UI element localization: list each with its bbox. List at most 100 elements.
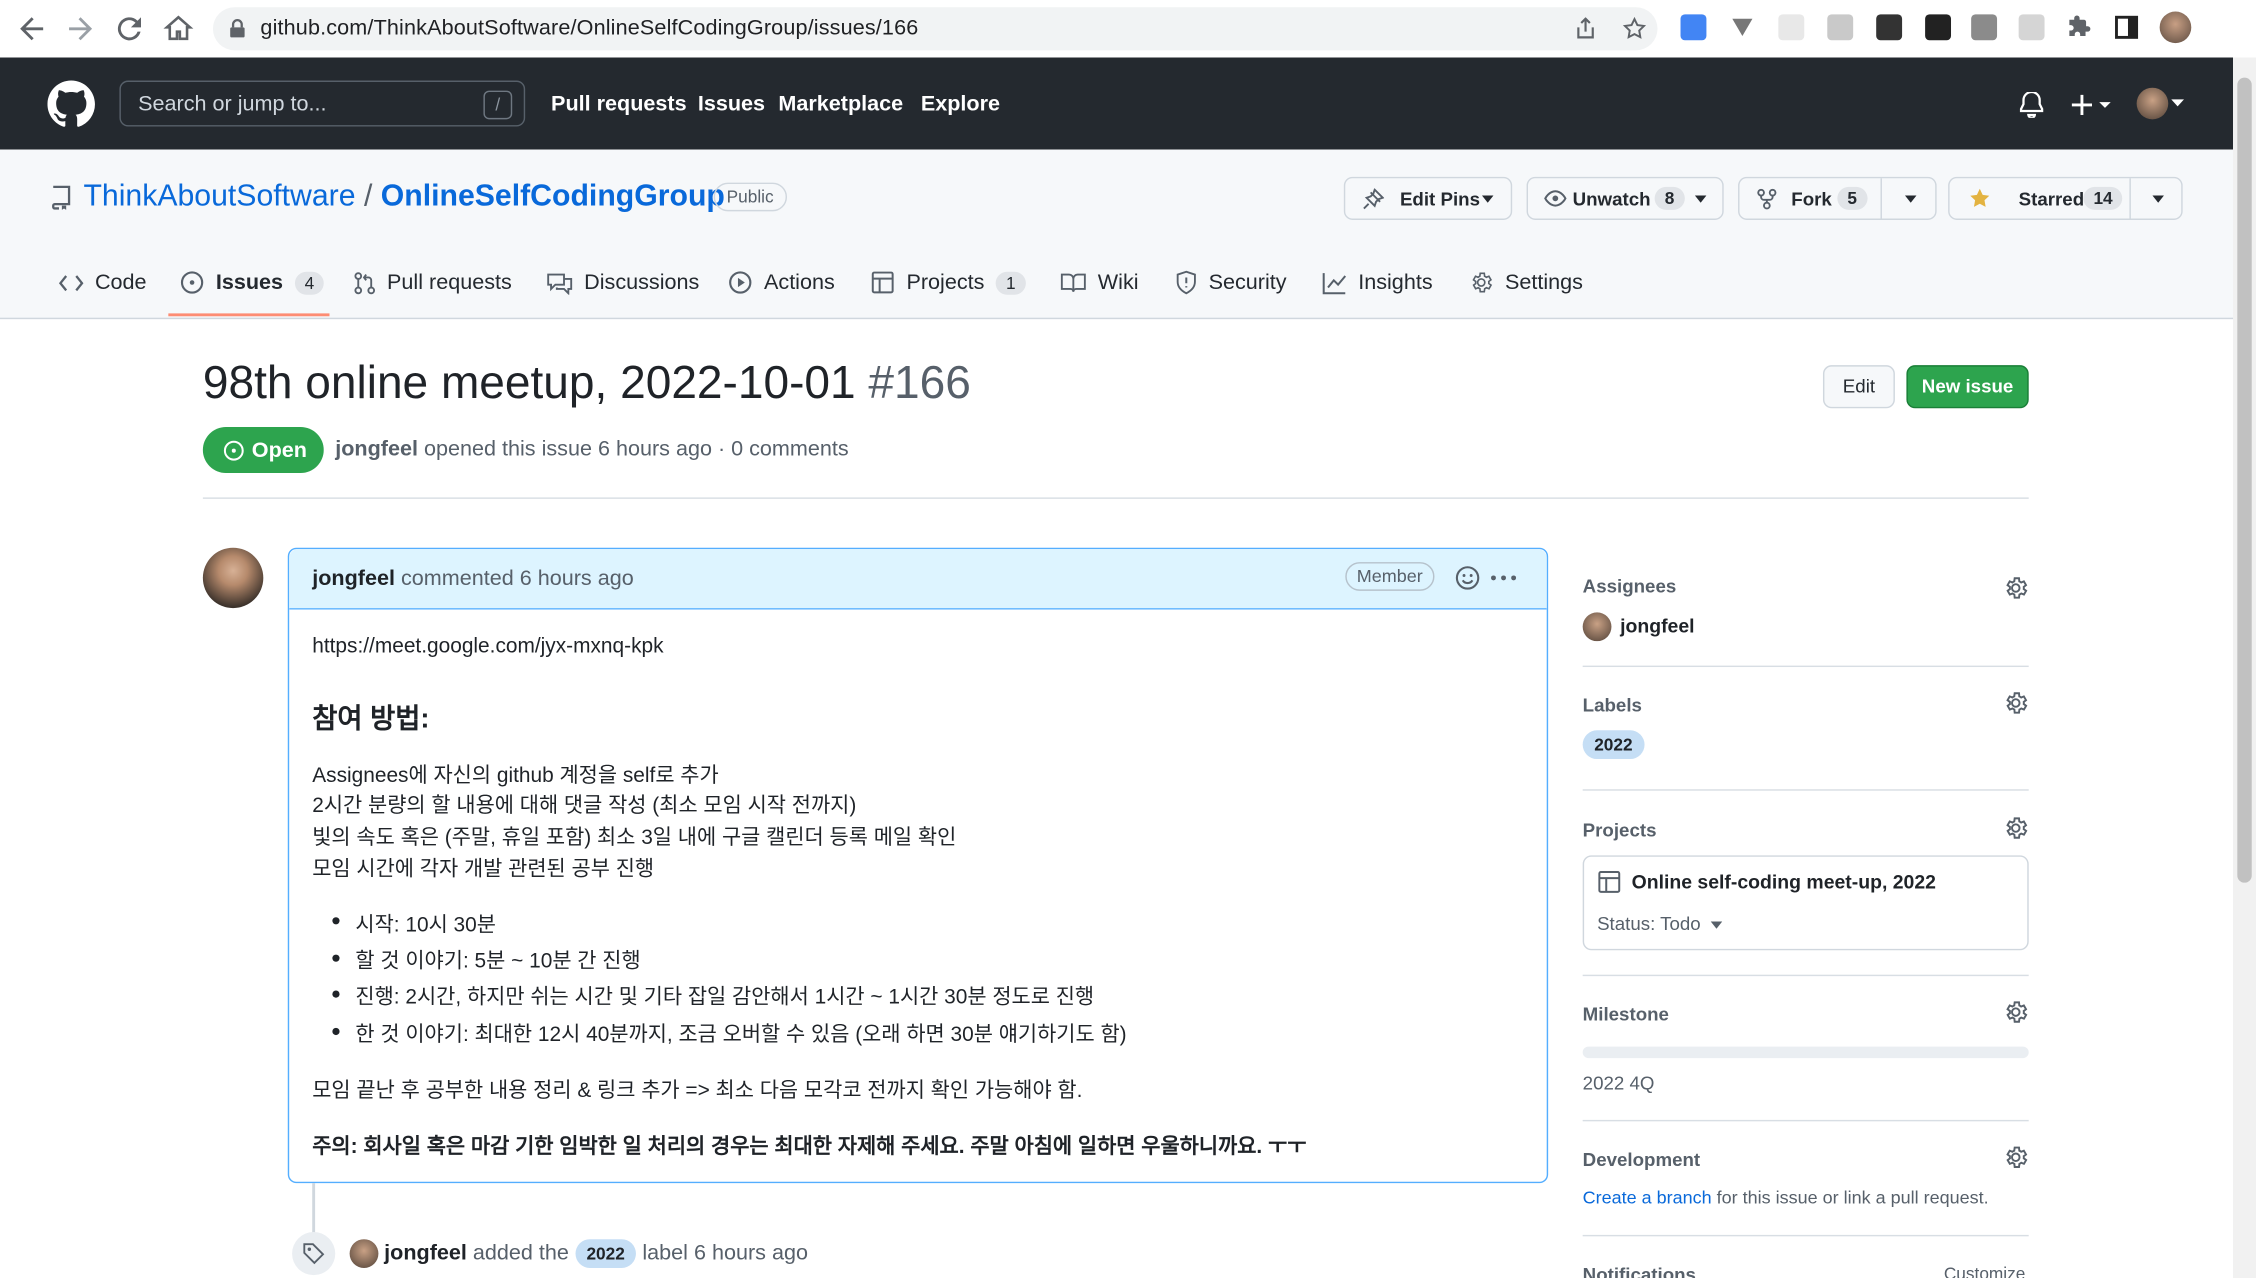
nav-pull-requests[interactable]: Pull requests [551,92,687,116]
nav-marketplace[interactable]: Marketplace [778,92,903,116]
assignees-title[interactable]: Assignees [1583,575,1677,597]
avatar-dropdown-icon[interactable] [2171,99,2185,108]
project-status[interactable]: Status: Todo [1597,913,1701,935]
timeline-author-avatar[interactable] [349,1239,379,1268]
address-bar[interactable]: github.com/ThinkAboutSoftware/OnlineSelf… [212,7,1658,51]
timeline-added-text: added the [472,1240,569,1266]
assignee-name[interactable]: jongfeel [1620,615,1694,637]
translate-extension-icon[interactable] [1680,14,1707,41]
project-name[interactable]: Online self-coding meet-up, 2022 [1632,871,1936,893]
forward-icon[interactable] [63,12,98,47]
sidebar-divider [1582,789,2029,791]
notifications-title: Notifications [1582,1263,1696,1278]
timeline-suffix[interactable]: label 6 hours ago [642,1241,808,1265]
sidebar-divider [1582,1234,2029,1237]
tab-code[interactable]: Code [58,270,147,295]
starred-button[interactable]: Starred 14 [1948,176,2183,220]
milestone-gear-icon[interactable] [2003,999,2029,1025]
code-icon [58,274,84,291]
back-icon[interactable] [14,12,49,47]
milestone-name[interactable]: 2022 4Q [1583,1072,1655,1094]
kebab-menu-icon[interactable] [1491,575,1517,581]
browser-toolbar: github.com/ThinkAboutSoftware/OnlineSelf… [0,0,2256,59]
image-extension-icon[interactable] [1971,14,1998,41]
customize-link[interactable]: Customize [1944,1264,2026,1278]
sidebar-label-pill[interactable]: 2022 [1582,730,1645,760]
page-scrollbar[interactable] [2233,57,2256,1278]
breadcrumb-separator: / [363,179,373,213]
search-placeholder: Search or jump to... [138,92,327,117]
fork-caret-icon[interactable] [1904,195,1917,203]
browser-profile-avatar[interactable] [2159,11,2192,44]
tab-projects[interactable]: Projects 1 [870,270,1026,295]
repo-name-link[interactable]: OnlineSelfCodingGroup [381,180,725,213]
plus-icon[interactable] [2070,92,2113,118]
body-line-4: 모임 시간에 각자 개발 관련된 공부 진행 [312,858,655,882]
repo-owner-link[interactable]: ThinkAboutSoftware [83,180,355,213]
unwatch-button[interactable]: Unwatch 8 [1526,176,1724,220]
fork-button[interactable]: Fork 5 [1738,176,1937,220]
lock-icon[interactable] [229,18,246,39]
project-card[interactable]: Online self-coding meet-up, 2022 Status:… [1582,855,2029,951]
url-text[interactable]: github.com/ThinkAboutSoftware/OnlineSelf… [260,16,918,40]
assignees-gear-icon[interactable] [2003,575,2029,601]
scrollbar-thumb[interactable] [2237,77,2252,883]
player-extension-icon[interactable] [1925,14,1952,41]
milestone-title[interactable]: Milestone [1583,1003,1669,1025]
projects-gear-icon[interactable] [2003,815,2029,841]
starred-caret-icon[interactable] [2152,195,2164,203]
tab-issues[interactable]: Issues 4 [180,270,325,295]
tab-pull-requests[interactable]: Pull requests [354,270,512,295]
cast-extension-icon[interactable] [1827,14,1854,41]
visibility-badge: Public [713,182,787,212]
extension-icon[interactable] [1778,14,1805,41]
game-extension-icon[interactable] [1876,14,1903,41]
timeline-label-pill[interactable]: 2022 [574,1239,637,1268]
reload-icon[interactable] [112,12,147,47]
edit-pins-button[interactable]: Edit Pins [1343,176,1513,220]
pin-icon [1363,188,1385,210]
labels-gear-icon[interactable] [2003,690,2029,716]
side-panel-icon[interactable] [2114,14,2140,40]
project-status-caret-icon[interactable] [1710,921,1723,929]
bullet-dot [332,990,340,998]
comment-author-link[interactable]: jongfeel [312,566,395,590]
projects-title[interactable]: Projects [1583,819,1657,841]
timeline-author-link[interactable]: jongfeel [384,1241,467,1265]
bell-icon[interactable] [2019,92,2045,118]
edit-issue-button[interactable]: Edit [1822,365,1895,409]
nav-explore[interactable]: Explore [921,92,1000,116]
reader-extension-icon[interactable] [2018,14,2045,41]
body-warning-text: 주의: 회사일 혹은 마감 기한 임박한 일 처리의 경우는 최대한 자제해 주… [312,1135,1307,1159]
tab-wiki[interactable]: Wiki [1060,270,1139,295]
nav-issues[interactable]: Issues [698,92,765,116]
vimium-extension-icon[interactable] [1729,14,1755,40]
development-gear-icon[interactable] [2003,1144,2029,1170]
repo-icon [50,185,71,210]
assignee-avatar[interactable] [1582,612,1612,642]
labels-title[interactable]: Labels [1583,694,1642,716]
tab-security[interactable]: Security [1175,270,1287,295]
smiley-icon[interactable] [1455,565,1481,591]
create-branch-link[interactable]: Create a branch [1583,1187,1712,1207]
home-icon[interactable] [161,12,196,47]
tab-insights[interactable]: Insights [1322,270,1433,295]
issue-author-link[interactable]: jongfeel [335,437,418,461]
comment-time[interactable]: commented 6 hours ago [401,566,634,590]
sidebar-divider [1582,665,2029,668]
bullet-item-4: 한 것 이야기: 최대한 12시 40분까지, 조금 오버할 수 있음 (오래 … [355,1023,1127,1047]
share-icon[interactable] [1574,17,1597,40]
bookmark-star-icon[interactable] [1622,16,1648,42]
user-avatar[interactable] [2136,87,2169,120]
tab-projects-label: Projects [906,270,985,295]
tab-settings[interactable]: Settings [1469,270,1583,295]
meet-link[interactable]: https://meet.google.com/jyx-mxnq-kpk [312,635,663,658]
development-title[interactable]: Development [1583,1149,1700,1171]
comment-author-avatar[interactable] [202,547,264,609]
github-logo-icon[interactable] [47,80,95,128]
puzzle-icon[interactable] [2066,14,2092,40]
tab-actions[interactable]: Actions [728,270,835,295]
search-input[interactable]: Search or jump to... / [119,80,526,127]
tab-discussions[interactable]: Discussions [547,270,699,295]
new-issue-button[interactable]: New issue [1906,365,2029,409]
